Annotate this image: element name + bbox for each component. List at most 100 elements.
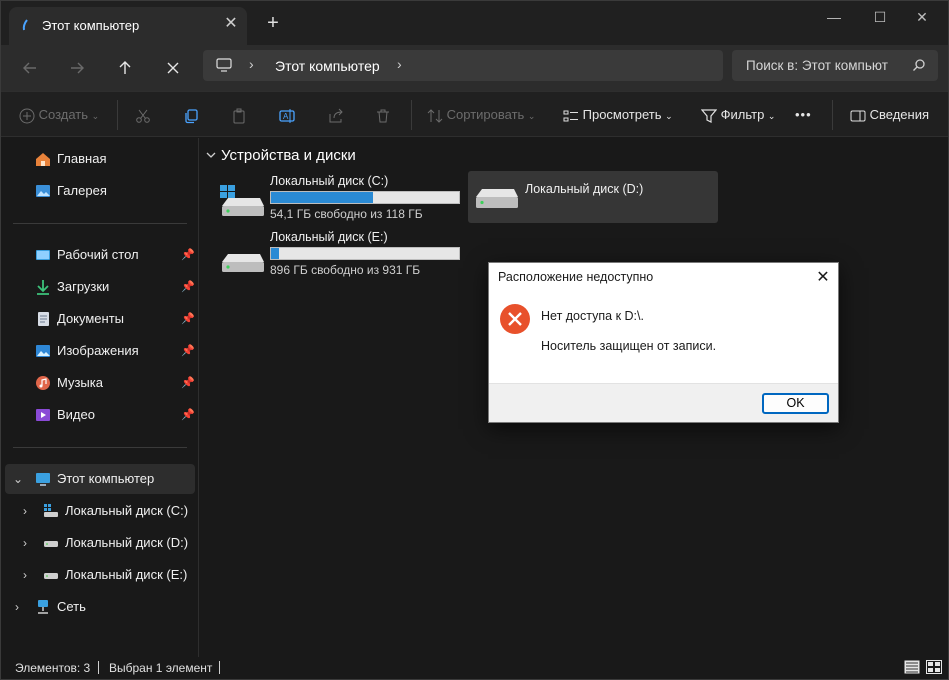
group-title: Устройства и диски xyxy=(221,147,356,164)
ok-button[interactable]: OK xyxy=(762,393,829,414)
close-window-button[interactable]: ✕ xyxy=(899,5,945,29)
sort-icon xyxy=(427,108,443,123)
pin-icon: 📌 xyxy=(181,409,195,421)
forward-button[interactable] xyxy=(62,53,92,83)
sidebar-item-gallery[interactable]: Галерея xyxy=(5,176,195,206)
music-icon xyxy=(36,376,50,390)
drive-icon xyxy=(44,541,58,547)
filter-label: Фильтр xyxy=(720,107,765,122)
sidebar-item-network[interactable]: › Сеть xyxy=(5,592,195,622)
selection-count: Выбран 1 элемент xyxy=(109,661,213,675)
chevron-down-icon[interactable]: ⌄ xyxy=(13,472,23,486)
divider xyxy=(98,661,99,674)
share-button[interactable] xyxy=(328,104,344,126)
sidebar-item-desktop[interactable]: Рабочий стол 📌 xyxy=(5,240,195,270)
sidebar-item-label: Музыка xyxy=(57,375,103,390)
drive-item-e[interactable]: Локальный диск (E:) 896 ГБ свободно из 9… xyxy=(200,228,462,280)
this-pc-icon xyxy=(36,473,50,486)
chevron-right-icon[interactable]: › xyxy=(23,504,27,518)
sidebar-item-music[interactable]: Музыка 📌 xyxy=(5,368,195,398)
pin-icon: 📌 xyxy=(181,249,195,261)
minimize-button[interactable]: — xyxy=(811,5,857,29)
dialog-body: Нет доступа к D:\. Носитель защищен от з… xyxy=(489,293,838,383)
maximize-button[interactable]: ☐ xyxy=(857,5,903,29)
details-label: Сведения xyxy=(869,107,930,122)
sidebar-item-documents[interactable]: Документы 📌 xyxy=(5,304,195,334)
rename-button[interactable]: A xyxy=(279,104,295,126)
divider xyxy=(411,100,412,130)
sidebar-item-downloads[interactable]: Загрузки 📌 xyxy=(5,272,195,302)
new-tab-button[interactable]: + xyxy=(263,13,283,33)
pin-icon: 📌 xyxy=(181,377,195,389)
drive-usage-bar xyxy=(270,191,460,204)
dialog-close-button[interactable]: ✕ xyxy=(812,267,834,289)
breadcrumb-separator[interactable]: › xyxy=(397,56,402,72)
sidebar-item-this-pc[interactable]: ⌄ Этот компьютер xyxy=(5,464,195,494)
svg-text:A: A xyxy=(283,112,289,121)
arrow-left-icon xyxy=(23,62,36,74)
drive-name: Локальный диск (C:) xyxy=(270,174,389,188)
navigation-pane: Главная Галерея Рабочий стол 📌 Загрузки … xyxy=(1,138,199,657)
sidebar-item-videos[interactable]: Видео 📌 xyxy=(5,400,195,430)
sidebar-item-drive-e[interactable]: › Локальный диск (E:) xyxy=(5,560,195,590)
drive-item-c[interactable]: Локальный диск (C:) 54,1 ГБ свободно из … xyxy=(200,172,462,224)
drive-item-d[interactable]: Локальный диск (D:) xyxy=(468,171,718,223)
stop-button[interactable] xyxy=(158,53,188,83)
copy-button[interactable] xyxy=(183,104,199,126)
dialog-message: Нет доступа к D:\. xyxy=(541,309,644,323)
tiles-view-icon[interactable] xyxy=(926,660,942,674)
chevron-down-icon[interactable] xyxy=(206,150,216,160)
close-icon xyxy=(167,62,179,74)
chevron-right-icon[interactable]: › xyxy=(23,536,27,550)
arrow-right-icon xyxy=(71,62,84,74)
sidebar-item-pictures[interactable]: Изображения 📌 xyxy=(5,336,195,366)
sidebar-item-label: Главная xyxy=(57,151,107,166)
filter-icon xyxy=(700,108,718,123)
paste-button[interactable] xyxy=(231,104,247,126)
details-view-icon[interactable] xyxy=(904,660,920,674)
tab-title: Этот компьютер xyxy=(42,18,140,33)
divider xyxy=(117,100,118,130)
drive-windows-icon xyxy=(220,185,264,216)
tab-close-icon[interactable]: ✕ xyxy=(221,14,241,34)
search-input[interactable]: Поиск в: Этот компьют xyxy=(746,58,906,73)
back-button[interactable] xyxy=(15,53,45,83)
chevron-right-icon[interactable]: › xyxy=(23,568,27,582)
details-button[interactable]: Сведения xyxy=(850,104,929,126)
create-button[interactable]: Создать ⌄ xyxy=(19,104,99,126)
divider xyxy=(219,661,220,674)
delete-button[interactable] xyxy=(375,104,391,126)
view-button[interactable]: Просмотреть ⌄ xyxy=(563,104,673,126)
clipboard-icon xyxy=(233,108,245,124)
sidebar-item-drive-d[interactable]: › Локальный диск (D:) xyxy=(5,528,195,558)
videos-icon xyxy=(36,409,50,421)
filter-button[interactable]: Фильтр ⌄ xyxy=(700,104,775,126)
sidebar-item-drive-c[interactable]: › Локальный диск (C:) xyxy=(5,496,195,526)
pin-icon: 📌 xyxy=(181,345,195,357)
search-box[interactable]: Поиск в: Этот компьют xyxy=(732,50,938,81)
sidebar-item-label: Сеть xyxy=(57,599,86,614)
drive-usage-fill xyxy=(271,192,373,203)
cut-button[interactable] xyxy=(135,104,151,126)
drive-free-space: 54,1 ГБ свободно из 118 ГБ xyxy=(270,207,423,221)
tab-this-pc[interactable]: Этот компьютер ✕ xyxy=(9,7,247,45)
sort-button[interactable]: Сортировать ⌄ xyxy=(427,104,535,126)
divider xyxy=(13,447,187,448)
rename-icon: A xyxy=(279,108,295,123)
up-button[interactable] xyxy=(110,53,140,83)
breadcrumb-this-pc[interactable]: Этот компьютер xyxy=(275,58,380,74)
sidebar-item-home[interactable]: Главная xyxy=(5,144,195,174)
drive-name: Локальный диск (D:) xyxy=(525,182,644,196)
desktop-icon xyxy=(36,250,50,260)
drive-free-space: 896 ГБ свободно из 931 ГБ xyxy=(270,263,421,277)
chevron-right-icon[interactable]: › xyxy=(15,600,19,614)
sidebar-item-label: Документы xyxy=(57,311,125,326)
breadcrumb-separator[interactable]: › xyxy=(249,56,254,72)
drive-icon xyxy=(476,189,518,208)
more-options-button[interactable]: ••• xyxy=(795,104,812,126)
dialog-title: Расположение недоступно xyxy=(498,270,654,284)
address-bar[interactable]: › Этот компьютер › xyxy=(203,50,723,81)
sidebar-item-label: Изображения xyxy=(57,343,139,358)
sidebar-item-label: Загрузки xyxy=(57,279,110,294)
error-dialog: Расположение недоступно ✕ Нет доступа к … xyxy=(488,262,839,423)
